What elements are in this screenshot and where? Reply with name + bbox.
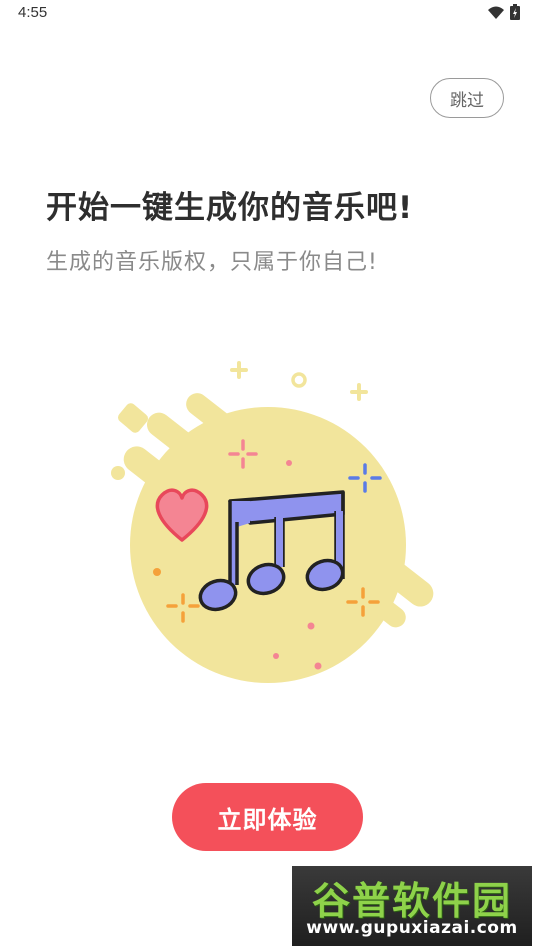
start-now-button[interactable]: 立即体验 [172,783,363,851]
status-bar: 4:55 [0,0,534,28]
page-subtitle: 生成的音乐版权，只属于你自己! [46,250,378,275]
status-time: 4:55 [18,4,48,21]
page-title: 开始一键生成你的音乐吧! [46,190,414,226]
music-notes-illustration [100,355,440,695]
status-icons [488,4,520,24]
watermark-url: www.gupuxiazai.com [306,918,518,938]
battery-icon [510,4,520,24]
watermark-banner: 谷普软件园 www.gupuxiazai.com [292,866,532,946]
skip-button[interactable]: 跳过 [430,78,504,118]
watermark-logo: 谷普软件园 [311,879,512,923]
wifi-icon [488,5,504,24]
onboarding-screen: 4:55 跳过 开始一键生成你的音乐吧! 生成的音乐版权，只属于你自己! 立即体… [0,0,534,950]
